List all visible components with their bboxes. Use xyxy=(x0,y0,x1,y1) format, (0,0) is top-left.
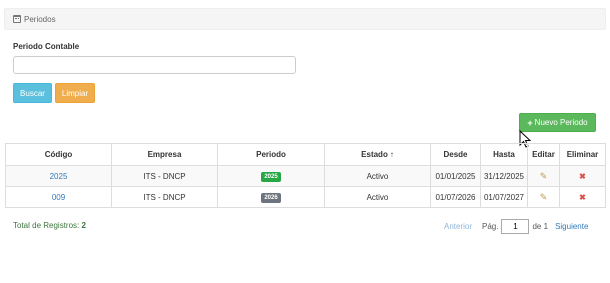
header-estado-label: Estado xyxy=(361,150,388,159)
plus-icon: + xyxy=(527,117,533,128)
pagination: Anterior Pág. de 1 Siguiente xyxy=(444,219,588,234)
previous-page-link[interactable]: Anterior xyxy=(444,222,472,231)
header-eliminar: Eliminar xyxy=(559,143,606,166)
row-period-cell: 2025 xyxy=(217,165,325,187)
table-row: 2025 ITS - DNCP 2025 Activo 01/01/2025 3… xyxy=(5,165,606,187)
header-empresa[interactable]: Empresa xyxy=(111,143,218,166)
row-edit-cell: ✎ xyxy=(527,186,560,208)
next-page-link[interactable]: Siguiente xyxy=(555,222,588,231)
table-row: 009 ITS - DNCP 2026 Activo 01/07/2026 01… xyxy=(5,186,606,208)
header-hasta[interactable]: Hasta xyxy=(480,143,528,166)
code-link[interactable]: 009 xyxy=(52,193,65,202)
calendar-icon xyxy=(13,15,21,23)
code-link[interactable]: 2025 xyxy=(50,172,68,181)
row-from-cell: 01/07/2026 xyxy=(430,186,481,208)
row-to-cell: 31/12/2025 xyxy=(480,165,528,187)
page-of-label: de 1 xyxy=(532,222,549,231)
sort-up-icon: ↑ xyxy=(389,150,394,159)
pencil-icon[interactable]: ✎ xyxy=(540,192,548,202)
row-state-cell: Activo xyxy=(324,165,431,187)
row-state-cell: Activo xyxy=(324,186,431,208)
row-delete-cell: ✖ xyxy=(559,165,606,187)
total-records: Total de Registros: 2 xyxy=(13,221,86,230)
panel-title: Periodos xyxy=(24,14,56,24)
clear-button[interactable]: Limpiar xyxy=(55,83,95,103)
periodo-contable-input[interactable] xyxy=(13,56,296,74)
new-period-label: Nuevo Periodo xyxy=(534,118,588,127)
header-editar: Editar xyxy=(527,143,560,166)
header-estado[interactable]: Estado ↑ xyxy=(324,143,431,166)
row-period-cell: 2026 xyxy=(217,186,325,208)
delete-x-icon[interactable]: ✖ xyxy=(579,193,586,202)
periodo-contable-label: Periodo Contable xyxy=(13,42,80,51)
panel-heading: Periodos xyxy=(4,8,606,30)
search-button[interactable]: Buscar xyxy=(13,83,52,103)
header-codigo[interactable]: Código xyxy=(5,143,112,166)
row-company-cell: ITS - DNCP xyxy=(111,165,218,187)
table-header-row: Código Empresa Periodo Estado ↑ Desde Has… xyxy=(5,143,606,166)
delete-x-icon[interactable]: ✖ xyxy=(579,172,586,181)
row-code-cell: 2025 xyxy=(5,165,112,187)
period-badge: 2026 xyxy=(261,192,281,203)
periods-table: Código Empresa Periodo Estado ↑ Desde Has… xyxy=(5,143,606,208)
row-from-cell: 01/01/2025 xyxy=(430,165,481,187)
total-records-label: Total de Registros: xyxy=(13,221,80,230)
total-records-value: 2 xyxy=(81,221,86,230)
row-delete-cell: ✖ xyxy=(559,186,606,208)
row-code-cell: 009 xyxy=(5,186,112,208)
pencil-icon[interactable]: ✎ xyxy=(540,171,548,181)
row-company-cell: ITS - DNCP xyxy=(111,186,218,208)
period-badge: 2025 xyxy=(261,171,281,182)
header-desde[interactable]: Desde xyxy=(430,143,481,166)
row-to-cell: 01/07/2027 xyxy=(480,186,528,208)
page-label: Pág. xyxy=(482,222,499,231)
row-edit-cell: ✎ xyxy=(527,165,560,187)
header-periodo[interactable]: Periodo xyxy=(217,143,325,166)
page-number-input[interactable] xyxy=(501,219,530,234)
